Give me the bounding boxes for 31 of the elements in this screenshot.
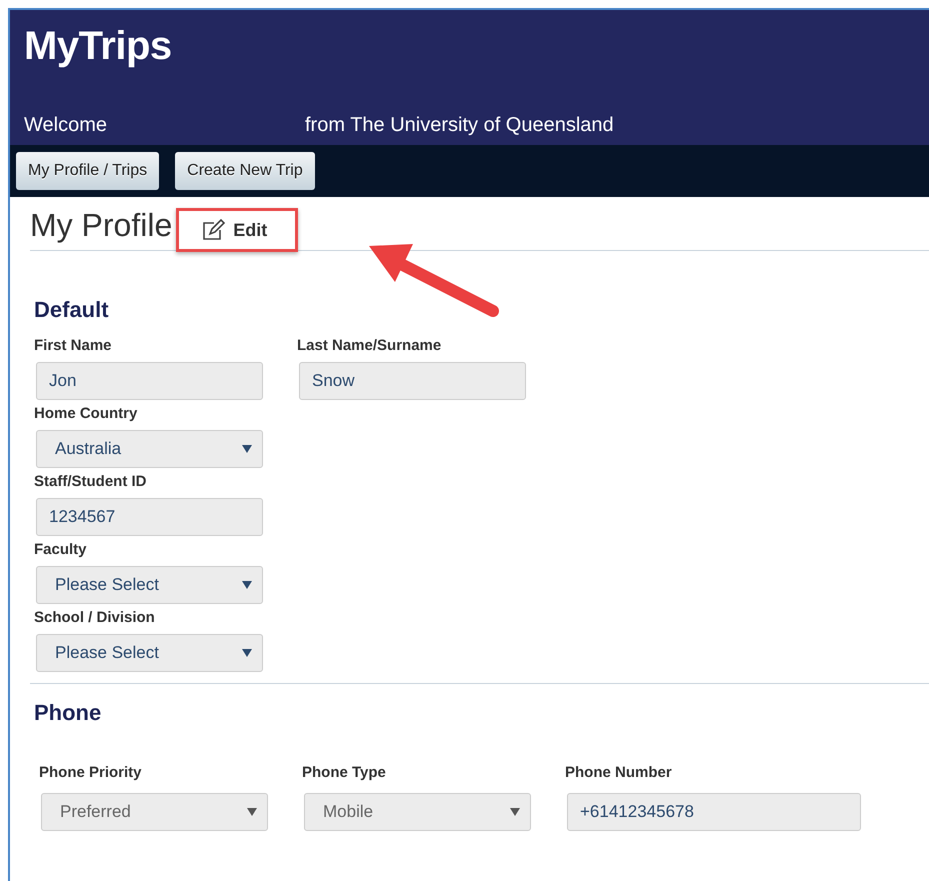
affiliation-text: from The University of Queensland — [305, 114, 614, 137]
page-title: My Profile — [30, 207, 172, 244]
edit-icon — [201, 219, 228, 241]
input-field[interactable]: +61412345678 — [567, 793, 861, 831]
app-title: MyTrips — [24, 24, 173, 69]
field-label: Phone Number — [565, 764, 673, 781]
field-label: Phone Priority — [39, 764, 143, 781]
caret-icon — [242, 649, 252, 657]
input-field[interactable]: Jon — [36, 362, 263, 400]
section-title: Phone — [34, 700, 102, 726]
section-title: Default — [34, 297, 110, 323]
nav-button[interactable]: Create New Trip — [175, 152, 315, 190]
input-field[interactable]: 1234567 — [36, 498, 263, 536]
select-field[interactable]: Please Select — [36, 634, 263, 672]
field-label: Faculty — [34, 541, 88, 558]
select-field[interactable]: Australia — [36, 430, 263, 468]
select-field[interactable]: Please Select — [36, 566, 263, 604]
field-label: Phone Type — [302, 764, 387, 781]
field-label: School / Division — [34, 609, 156, 626]
field-label: Staff/Student ID — [34, 473, 148, 490]
edit-button[interactable]: Edit — [176, 208, 298, 252]
field-label: Home Country — [34, 405, 138, 422]
welcome-text: Welcome — [24, 114, 108, 137]
caret-icon — [242, 581, 252, 589]
caret-icon — [242, 445, 252, 453]
input-field[interactable]: Snow — [299, 362, 526, 400]
field-label: First Name — [34, 337, 113, 354]
nav-button[interactable]: My Profile / Trips — [16, 152, 160, 190]
caret-icon — [247, 808, 257, 816]
caret-icon — [510, 808, 520, 816]
field-label: Last Name/Surname — [297, 337, 442, 354]
